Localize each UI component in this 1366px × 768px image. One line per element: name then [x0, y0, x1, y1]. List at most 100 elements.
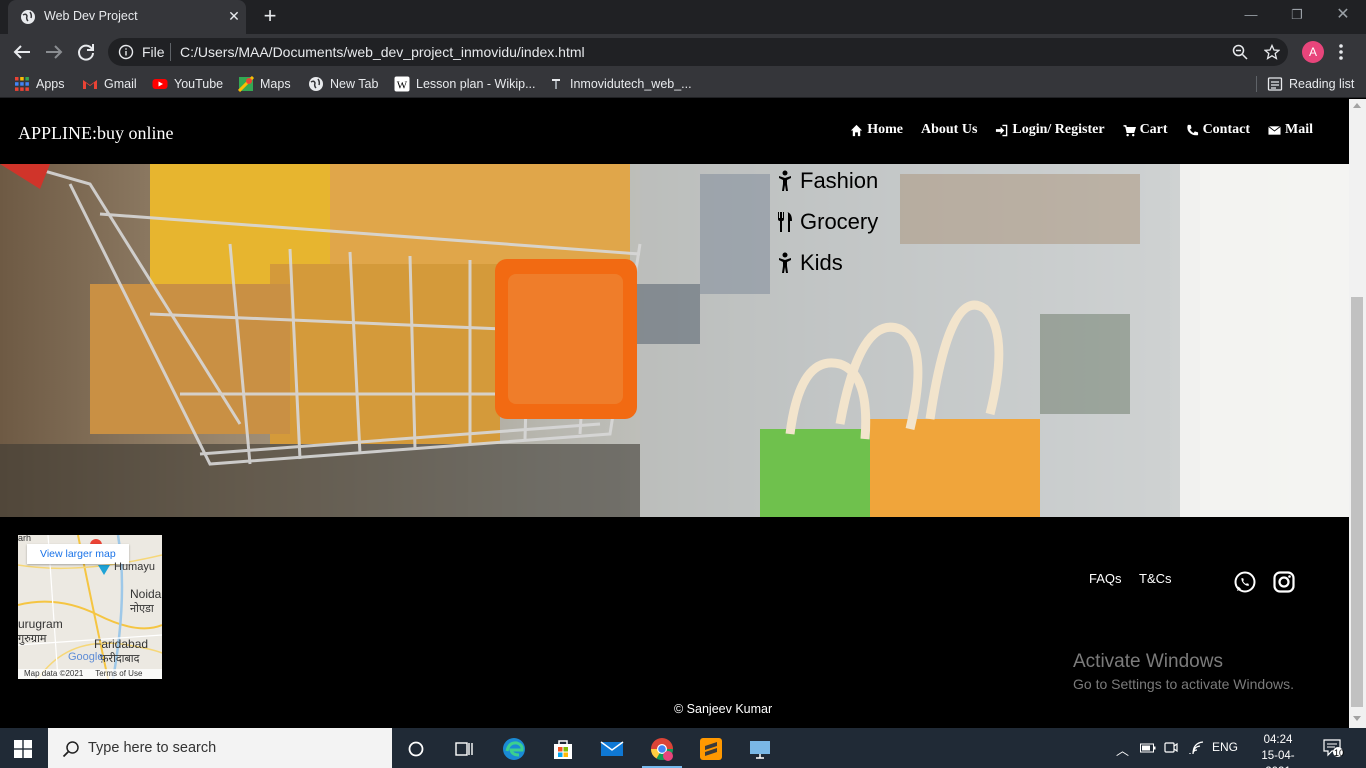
map-place-label: Faridabad — [94, 637, 149, 651]
nav-contact-label: Contact — [1202, 122, 1250, 137]
mail-icon[interactable] — [599, 736, 625, 762]
bookmark-label: Apps — [36, 77, 65, 91]
nav-cart-label: Cart — [1139, 122, 1168, 137]
category-label: Fashion — [800, 168, 879, 193]
clock-time: 04:24 — [1263, 734, 1293, 746]
bookmark-maps[interactable]: Maps — [238, 75, 291, 93]
bookmark-new-tab[interactable]: New Tab — [308, 75, 378, 93]
close-tab-icon[interactable]: ✕ — [226, 8, 242, 24]
restore-button[interactable]: ❐ — [1274, 4, 1320, 26]
bookmark-lesson-plan[interactable]: W Lesson plan - Wikip... — [394, 75, 536, 93]
activate-windows-title: Activate Windows — [1073, 651, 1223, 672]
youtube-icon — [152, 79, 168, 89]
close-window-button[interactable]: ✕ — [1320, 4, 1366, 26]
notification-count: 10 — [1334, 748, 1345, 758]
page-viewport: APPLINE:buy online Home About Us Login/ … — [0, 99, 1366, 728]
document-icon — [552, 79, 560, 89]
new-tab-button[interactable]: + — [260, 5, 280, 27]
phone-icon — [1186, 124, 1198, 135]
category-grocery[interactable]: Grocery — [776, 207, 878, 237]
browser-toolbar: File C:/Users/MAA/Documents/web_dev_proj… — [0, 34, 1366, 70]
reload-icon[interactable] — [74, 40, 98, 64]
map-credit-bar: Map data ©2021 Terms of Use — [18, 669, 162, 679]
minimize-button[interactable]: — — [1228, 4, 1274, 26]
omnibox-divider — [170, 43, 171, 61]
site-footer: View larger map arh Humayu Noida नोएडा u… — [0, 517, 1349, 728]
store-icon[interactable] — [550, 736, 576, 762]
terms-link[interactable]: T&Cs — [1139, 571, 1172, 586]
nav-mail-label: Mail — [1285, 122, 1313, 137]
zoom-icon[interactable] — [1232, 44, 1248, 60]
reading-list-button[interactable]: Reading list — [1267, 75, 1354, 93]
nav-about[interactable]: About Us — [921, 122, 977, 138]
sublime-text-icon[interactable] — [698, 736, 724, 762]
shopping-cart-photo — [0, 164, 1349, 517]
wifi-icon[interactable] — [1188, 741, 1204, 755]
scroll-down-arrow[interactable] — [1353, 716, 1361, 721]
apps-grid-icon — [15, 77, 29, 91]
nav-cart[interactable]: Cart — [1123, 122, 1168, 138]
child-icon — [779, 252, 791, 273]
remote-desktop-icon[interactable] — [747, 736, 773, 762]
url-text[interactable]: C:/Users/MAA/Documents/web_dev_project_i… — [180, 44, 585, 60]
category-fashion[interactable]: Fashion — [776, 166, 878, 196]
map-data-credit: Map data ©2021 — [24, 669, 84, 678]
bookmarks-bar: Apps Gmail YouTube Maps New Tab W Lesson… — [0, 70, 1366, 98]
more-menu-icon[interactable] — [1336, 42, 1346, 62]
map-place-label: urugram — [18, 617, 63, 631]
bookmark-label: Inmovidutech_web_... — [570, 77, 692, 91]
site-brand[interactable]: APPLINE:buy online — [18, 123, 174, 144]
bookmarks-divider — [1256, 76, 1257, 92]
bookmark-gmail[interactable]: Gmail — [82, 75, 137, 93]
scroll-up-arrow[interactable] — [1353, 103, 1361, 108]
svg-text:W: W — [397, 80, 408, 92]
nav-login[interactable]: Login/ Register — [995, 122, 1105, 138]
info-icon[interactable] — [118, 44, 134, 60]
bookmark-apps[interactable]: Apps — [14, 75, 65, 93]
browser-tab-strip: Web Dev Project ✕ + — ❐ ✕ — [0, 0, 1366, 34]
scroll-thumb[interactable] — [1351, 297, 1363, 707]
map-terms-link[interactable]: Terms of Use — [95, 669, 142, 679]
profile-avatar[interactable]: A — [1302, 41, 1324, 63]
bookmark-inmovidutech[interactable]: Inmovidutech_web_... — [548, 75, 692, 93]
nav-home-label: Home — [867, 122, 903, 137]
bookmark-youtube[interactable]: YouTube — [152, 75, 223, 93]
page-scrollbar[interactable] — [1349, 99, 1366, 728]
nav-mail[interactable]: Mail — [1268, 122, 1313, 138]
star-bookmark-icon[interactable] — [1264, 44, 1280, 60]
scheme-label: File — [142, 44, 165, 60]
back-arrow-icon[interactable] — [10, 40, 34, 64]
forward-arrow-icon[interactable] — [42, 40, 66, 64]
category-kids[interactable]: Kids — [776, 248, 878, 278]
map-place-label: Humayu — [114, 561, 155, 573]
map-place-label: नोएडा — [130, 603, 154, 615]
camera-icon[interactable] — [1164, 741, 1178, 755]
embedded-map[interactable]: View larger map arh Humayu Noida नोएडा u… — [18, 535, 162, 679]
battery-icon[interactable] — [1140, 742, 1156, 754]
globe-icon — [309, 77, 323, 91]
envelope-icon — [1268, 125, 1281, 135]
chrome-icon[interactable] — [649, 736, 675, 762]
language-indicator[interactable]: ENG — [1212, 740, 1238, 754]
home-icon — [851, 124, 863, 136]
show-hidden-icons-chevron-icon[interactable]: ︿ — [1116, 740, 1129, 759]
cortana-icon[interactable] — [403, 736, 429, 762]
taskbar-clock[interactable]: 04:24 15-04-2021 — [1252, 732, 1304, 768]
bookmark-label: YouTube — [174, 77, 224, 91]
wikipedia-icon: W — [394, 76, 410, 92]
taskbar-search-box[interactable]: Type here to search — [48, 728, 392, 768]
address-bar[interactable]: File C:/Users/MAA/Documents/web_dev_proj… — [108, 38, 1288, 66]
whatsapp-icon[interactable] — [1233, 570, 1257, 594]
nav-home[interactable]: Home — [850, 122, 903, 138]
bookmark-label: Lesson plan - Wikip... — [416, 77, 536, 91]
windows-start-icon[interactable] — [14, 740, 32, 758]
category-label: Grocery — [800, 209, 879, 234]
browser-tab[interactable]: Web Dev Project ✕ — [8, 0, 246, 34]
instagram-icon[interactable] — [1272, 570, 1296, 594]
map-place-label: arh — [18, 535, 32, 543]
edge-icon[interactable] — [501, 736, 527, 762]
task-view-icon[interactable] — [451, 736, 477, 762]
reading-list-label: Reading list — [1289, 77, 1355, 91]
faqs-link[interactable]: FAQs — [1089, 571, 1122, 586]
nav-contact[interactable]: Contact — [1186, 122, 1250, 138]
